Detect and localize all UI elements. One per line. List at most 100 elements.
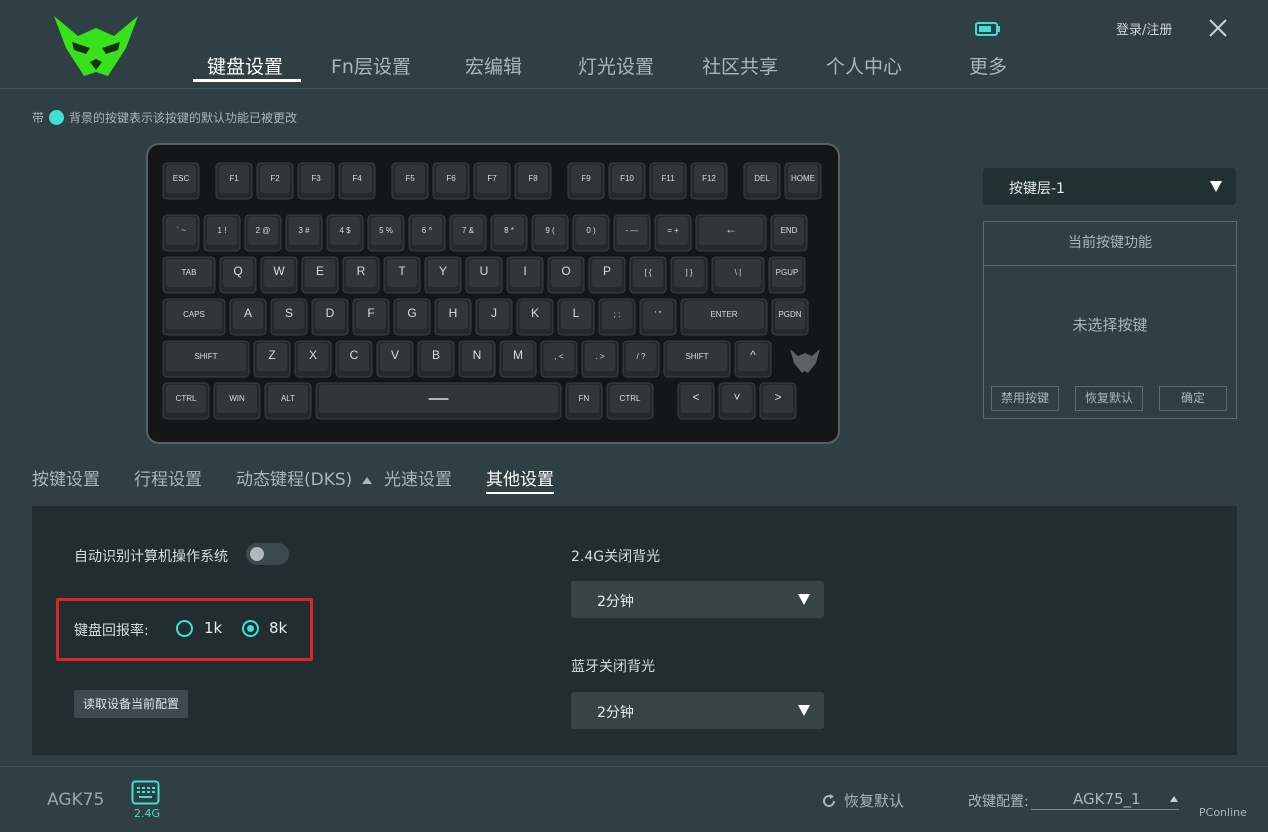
keyboard-key[interactable]: F5	[391, 162, 429, 200]
keyboard-key[interactable]: ; :	[598, 298, 636, 336]
keyboard-key[interactable]: P	[588, 256, 626, 294]
keyboard-key[interactable]: SHIFT	[162, 340, 250, 378]
keyboard-key[interactable]: N	[458, 340, 496, 378]
keyboard-key[interactable]: DEL	[743, 162, 781, 200]
tab-travel-settings[interactable]: 行程设置	[134, 465, 202, 490]
keyboard-key[interactable]: Q	[219, 256, 257, 294]
tab-dks[interactable]: 动态键程(DKS)	[236, 465, 373, 490]
config-select[interactable]: AGK75_1	[1031, 788, 1179, 810]
backlight-24g-dropdown[interactable]: 2分钟	[571, 581, 824, 618]
keyboard-key[interactable]: \ |	[711, 256, 765, 294]
keyboard-key[interactable]: ˅	[718, 382, 756, 420]
keyboard-key[interactable]: F4	[338, 162, 376, 200]
keyboard-key[interactable]: >	[759, 382, 797, 420]
keyboard-key[interactable]: O	[547, 256, 585, 294]
keyboard-key[interactable]: . >	[581, 340, 619, 378]
polling-8k-label[interactable]: 8k	[269, 619, 287, 637]
keyboard-key[interactable]: FN	[565, 382, 603, 420]
backlight-bt-dropdown[interactable]: 2分钟	[571, 692, 824, 729]
keyboard-key[interactable]: B	[417, 340, 455, 378]
keyboard-key[interactable]: WIN	[213, 382, 261, 420]
keyboard-key[interactable]: F2	[256, 162, 294, 200]
nav-community[interactable]: 社区共享	[702, 52, 778, 79]
keyboard-key[interactable]: / ?	[622, 340, 660, 378]
keyboard-key[interactable]: 3 #	[285, 214, 323, 252]
keyboard-key[interactable]: 9 (	[531, 214, 569, 252]
nav-more[interactable]: 更多	[969, 52, 1007, 79]
tab-key-settings[interactable]: 按键设置	[32, 465, 100, 490]
close-icon[interactable]	[1207, 17, 1229, 39]
nav-lighting[interactable]: 灯光设置	[578, 52, 654, 79]
keyboard-key[interactable]: I	[506, 256, 544, 294]
polling-1k-label[interactable]: 1k	[204, 619, 222, 637]
keyboard-key[interactable]: X	[294, 340, 332, 378]
keyboard-key[interactable]: V	[376, 340, 414, 378]
keyboard-key[interactable]: CTRL	[162, 382, 210, 420]
keyboard-key[interactable]: 4 $	[326, 214, 364, 252]
keyboard-key[interactable]	[315, 382, 562, 420]
keyboard-key[interactable]: M	[499, 340, 537, 378]
keyboard-key[interactable]: 8 *	[490, 214, 528, 252]
keyboard-key[interactable]: HOME	[784, 162, 822, 200]
keyboard-key[interactable]: ALT	[264, 382, 312, 420]
keyboard-key[interactable]: Y	[424, 256, 462, 294]
nav-macro-edit[interactable]: 宏编辑	[465, 52, 522, 79]
polling-8k-radio[interactable]	[242, 620, 259, 637]
keyboard-device-icon[interactable]	[131, 780, 160, 805]
keyboard-key[interactable]: K	[516, 298, 554, 336]
keyboard-key[interactable]: F3	[297, 162, 335, 200]
disable-key-button[interactable]: 禁用按键	[991, 386, 1059, 411]
keyboard-key[interactable]: F12	[690, 162, 728, 200]
keyboard-key[interactable]: F8	[514, 162, 552, 200]
keyboard-key[interactable]: F7	[473, 162, 511, 200]
keyboard-key[interactable]: SHIFT	[663, 340, 731, 378]
read-device-config-button[interactable]: 读取设备当前配置	[74, 690, 188, 718]
keyboard-key[interactable]: 5 %	[367, 214, 405, 252]
keyboard-key[interactable]: L	[557, 298, 595, 336]
keyboard-key[interactable]: A	[229, 298, 267, 336]
keyboard-key[interactable]: 7 &	[449, 214, 487, 252]
key-layer-dropdown[interactable]: 按键层-1	[983, 168, 1236, 205]
keyboard-key[interactable]: J	[475, 298, 513, 336]
keyboard-key[interactable]: 6 ^	[408, 214, 446, 252]
keyboard-key[interactable]: ] }	[670, 256, 708, 294]
keyboard-key[interactable]: ←	[695, 214, 767, 252]
keyboard-key[interactable]: F6	[432, 162, 470, 200]
keyboard-key[interactable]: CTRL	[606, 382, 654, 420]
keyboard-key[interactable]: 0 )	[572, 214, 610, 252]
keyboard-key[interactable]: PGDN	[771, 298, 809, 336]
keyboard-key[interactable]: F11	[649, 162, 687, 200]
keyboard-key[interactable]: D	[311, 298, 349, 336]
keyboard-key[interactable]: ' "	[639, 298, 677, 336]
keyboard-key[interactable]: <	[677, 382, 715, 420]
tab-lightspeed[interactable]: 光速设置	[384, 465, 452, 490]
keyboard-key[interactable]: , <	[540, 340, 578, 378]
keyboard-key[interactable]: ESC	[162, 162, 200, 200]
keyboard-key[interactable]: F10	[608, 162, 646, 200]
keyboard-key[interactable]: Z	[253, 340, 291, 378]
nav-fn-layer[interactable]: Fn层设置	[331, 52, 411, 79]
tab-other-settings[interactable]: 其他设置	[486, 465, 554, 490]
keyboard-key[interactable]: 2 @	[244, 214, 282, 252]
confirm-key-button[interactable]: 确定	[1159, 386, 1227, 411]
keyboard-key[interactable]: F	[352, 298, 390, 336]
keyboard-key[interactable]: F9	[567, 162, 605, 200]
restore-key-default-button[interactable]: 恢复默认	[1075, 386, 1143, 411]
keyboard-key[interactable]: 1 !	[203, 214, 241, 252]
keyboard-key[interactable]: END	[770, 214, 808, 252]
keyboard-key[interactable]: CAPS	[162, 298, 226, 336]
keyboard-key[interactable]: - —	[613, 214, 651, 252]
keyboard-key[interactable]: S	[270, 298, 308, 336]
keyboard-key[interactable]: H	[434, 298, 472, 336]
keyboard-key[interactable]: [ {	[629, 256, 667, 294]
keyboard-key[interactable]: = +	[654, 214, 692, 252]
keyboard-key[interactable]: U	[465, 256, 503, 294]
caret-up-icon[interactable]	[1170, 796, 1178, 802]
keyboard-key[interactable]: ENTER	[680, 298, 768, 336]
keyboard-key[interactable]: ` ~	[162, 214, 200, 252]
nav-keyboard-settings[interactable]: 键盘设置	[207, 52, 283, 79]
nav-personal[interactable]: 个人中心	[826, 52, 902, 79]
keyboard-key[interactable]: TAB	[162, 256, 216, 294]
keyboard-key[interactable]: G	[393, 298, 431, 336]
keyboard-key[interactable]: W	[260, 256, 298, 294]
